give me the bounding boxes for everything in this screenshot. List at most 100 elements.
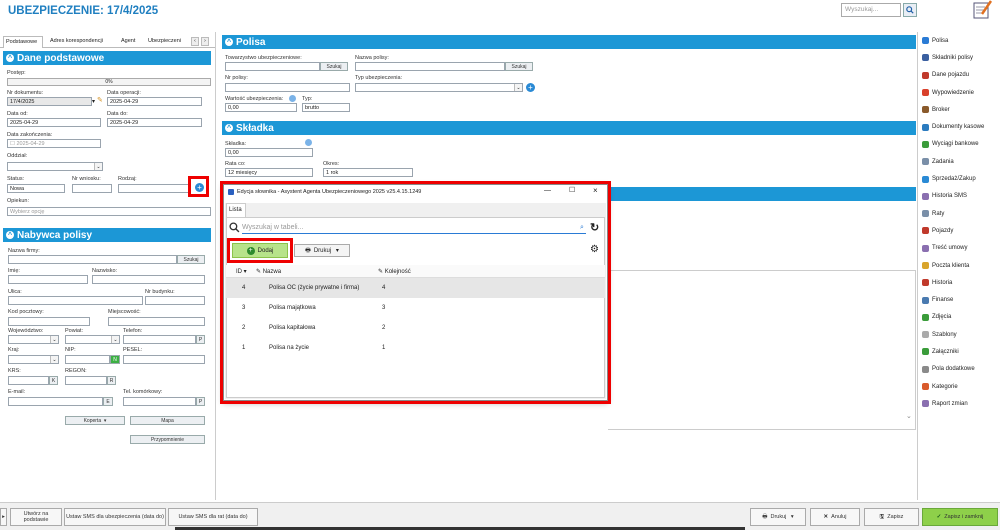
email-field[interactable] (8, 397, 103, 406)
panel-divider (215, 32, 216, 500)
koperta-button[interactable]: Koperta ▾ (65, 416, 125, 425)
anuluj-button[interactable]: ✕ Anuluj (810, 508, 860, 526)
sidebar-item[interactable]: Pola dodatkowe (918, 361, 1000, 378)
status-select[interactable]: Nowa (7, 184, 65, 193)
nip-n-button[interactable]: N (110, 355, 120, 364)
nr-budynku-field[interactable] (145, 296, 205, 305)
global-search-input[interactable]: Wyszukaj... (841, 3, 901, 17)
skladka-field[interactable]: 0,00 (225, 148, 313, 157)
sidebar-item[interactable]: Sprzedaż/Zakup (918, 170, 1000, 187)
opiekun-select[interactable]: Wybierz opcję (7, 207, 211, 216)
section-dane-podstawowe[interactable]: ^ Dane podstawowe (3, 51, 211, 65)
sms-ubezpieczenie-button[interactable]: Ustaw SMS dla ubezpieczenia (data do) (64, 508, 166, 526)
nr-polisy-field[interactable] (225, 83, 350, 92)
wojewodztwo-select[interactable]: ⌄ (8, 335, 59, 344)
section-skladka[interactable]: ^ Składka (222, 121, 916, 135)
nazwisko-field[interactable] (92, 275, 205, 284)
rodzaj-select[interactable] (118, 184, 190, 193)
sidebar-item[interactable]: Poczta klienta (918, 257, 1000, 274)
sidebar-item[interactable]: Historia (918, 274, 1000, 291)
sidebar-item[interactable]: Broker (918, 101, 1000, 118)
krs-field[interactable] (8, 376, 49, 385)
sidebar-item[interactable]: Dane pojazdu (918, 67, 1000, 84)
sidebar-item[interactable]: Polisa (918, 32, 1000, 49)
ulica-field[interactable] (8, 296, 143, 305)
kod-pocztowy-field[interactable] (8, 317, 90, 326)
sidebar-item[interactable]: Zdjęcia (918, 309, 1000, 326)
sms-raty-button[interactable]: Ustaw SMS dla rat (data do) (168, 508, 258, 526)
tel-kom-p-button[interactable]: P (196, 397, 205, 406)
data-od-field[interactable]: 2025-04-29 (7, 118, 101, 127)
rata-select[interactable]: 12 miesięcy (225, 168, 313, 177)
sidebar-item[interactable]: Treść umowy (918, 240, 1000, 257)
typ-ubezpieczenia-select[interactable]: ⌄ (355, 83, 523, 92)
sidebar-item[interactable]: Dokumenty kasowe (918, 118, 1000, 135)
section-polisa[interactable]: ^ Polisa (222, 35, 916, 49)
sidebar-item[interactable]: Szablony (918, 326, 1000, 343)
email-e-button[interactable]: E (103, 397, 113, 406)
sidebar-item[interactable]: Załączniki (918, 343, 1000, 360)
utworz-button[interactable]: Utwórz na podstawie (10, 508, 62, 526)
sidebar-item[interactable]: Historia SMS (918, 188, 1000, 205)
sidebar-item[interactable]: Raport zmian (918, 395, 1000, 412)
scroll-down-icon[interactable]: ⌄ (906, 412, 912, 420)
section-nabywca-polisy[interactable]: ^ Nabywca polisy (3, 228, 211, 242)
dropdown-arrow-icon[interactable]: ▾ (92, 98, 95, 105)
search-button[interactable] (903, 3, 917, 17)
menu-toggle[interactable]: ▸ (0, 508, 7, 526)
towarzystwo-field[interactable] (225, 62, 320, 71)
tab-agent[interactable]: Agent (121, 38, 135, 44)
krs-k-button[interactable]: K (49, 376, 58, 385)
mapa-button[interactable]: Mapa (130, 416, 205, 425)
sidebar-item[interactable]: Wypowiedzenie (918, 84, 1000, 101)
nr-dokumentu-field[interactable]: 17/4/2025 (7, 97, 92, 106)
miejscowosc-field[interactable] (108, 317, 205, 326)
wartosc-field[interactable]: 0,00 (225, 103, 297, 112)
kraj-select[interactable]: ⌄ (8, 355, 59, 364)
data-zakonczenia-field[interactable]: ☐ 2025-04-29 (7, 139, 101, 148)
tel-kom-field[interactable] (123, 397, 196, 406)
sidebar-item[interactable]: Pojazdy (918, 222, 1000, 239)
postep-label: Postęp: (7, 70, 26, 76)
pencil-icon[interactable]: ✎ (97, 96, 103, 104)
sidebar-item[interactable]: Wyciągi bankowe (918, 136, 1000, 153)
add-typ-button[interactable]: + (526, 83, 535, 92)
sidebar-item[interactable]: Raty (918, 205, 1000, 222)
powiat-select[interactable]: ⌄ (65, 335, 120, 344)
pesel-field[interactable] (123, 355, 205, 364)
nazwa-polisy-field[interactable] (355, 62, 505, 71)
imie-field[interactable] (8, 275, 88, 284)
regon-field[interactable] (65, 376, 107, 385)
sidebar-item[interactable]: Finanse (918, 291, 1000, 308)
okres-select[interactable]: 1 rok (323, 168, 413, 177)
data-do-field[interactable]: 2025-04-29 (107, 118, 202, 127)
szukaj-nazwa-button[interactable]: Szukaj (505, 62, 533, 71)
przypomnienie-button[interactable]: Przypomnienie (130, 435, 205, 444)
data-operacji-field[interactable]: 2025-04-29 (107, 97, 202, 106)
telefon-field[interactable] (123, 335, 196, 344)
sidebar-item-label: Wyciągi bankowe (932, 141, 979, 148)
search-icon (906, 6, 914, 14)
tab-adres[interactable]: Adres korespondencji (50, 38, 103, 44)
typ-select[interactable]: brutto (302, 103, 350, 112)
tab-scroll-right[interactable]: › (201, 37, 209, 46)
add-rodzaj-button[interactable]: + (195, 183, 204, 192)
sidebar-item[interactable]: Składniki polisy (918, 49, 1000, 66)
oddzial-select[interactable]: ⌄ (7, 162, 103, 171)
telefon-p-button[interactable]: P (196, 335, 205, 344)
tab-scroll-left[interactable]: ‹ (191, 37, 199, 46)
edit-notes-icon[interactable] (972, 0, 994, 20)
regon-r-button[interactable]: R (107, 376, 116, 385)
zapisz-button[interactable]: 🖫 Zapisz (864, 508, 919, 526)
nip-field[interactable] (65, 355, 110, 364)
nr-wniosku-field[interactable] (72, 184, 112, 193)
tab-podstawowe[interactable]: Podstawowe (3, 36, 43, 48)
tab-ubezpieczeni[interactable]: Ubezpieczeni (148, 38, 181, 44)
sidebar-item[interactable]: Kategorie (918, 378, 1000, 395)
zapisz-zamknij-button[interactable]: ✓ Zapisz i zamknij (922, 508, 998, 526)
szukaj-firma-button[interactable]: Szukaj (177, 255, 205, 264)
szukaj-towarzystwo-button[interactable]: Szukaj (320, 62, 348, 71)
drukuj-bottom-button[interactable]: 🖶 Drukuj ▾ (750, 508, 806, 526)
nazwa-firmy-field[interactable] (8, 255, 177, 264)
sidebar-item[interactable]: Zadania (918, 153, 1000, 170)
